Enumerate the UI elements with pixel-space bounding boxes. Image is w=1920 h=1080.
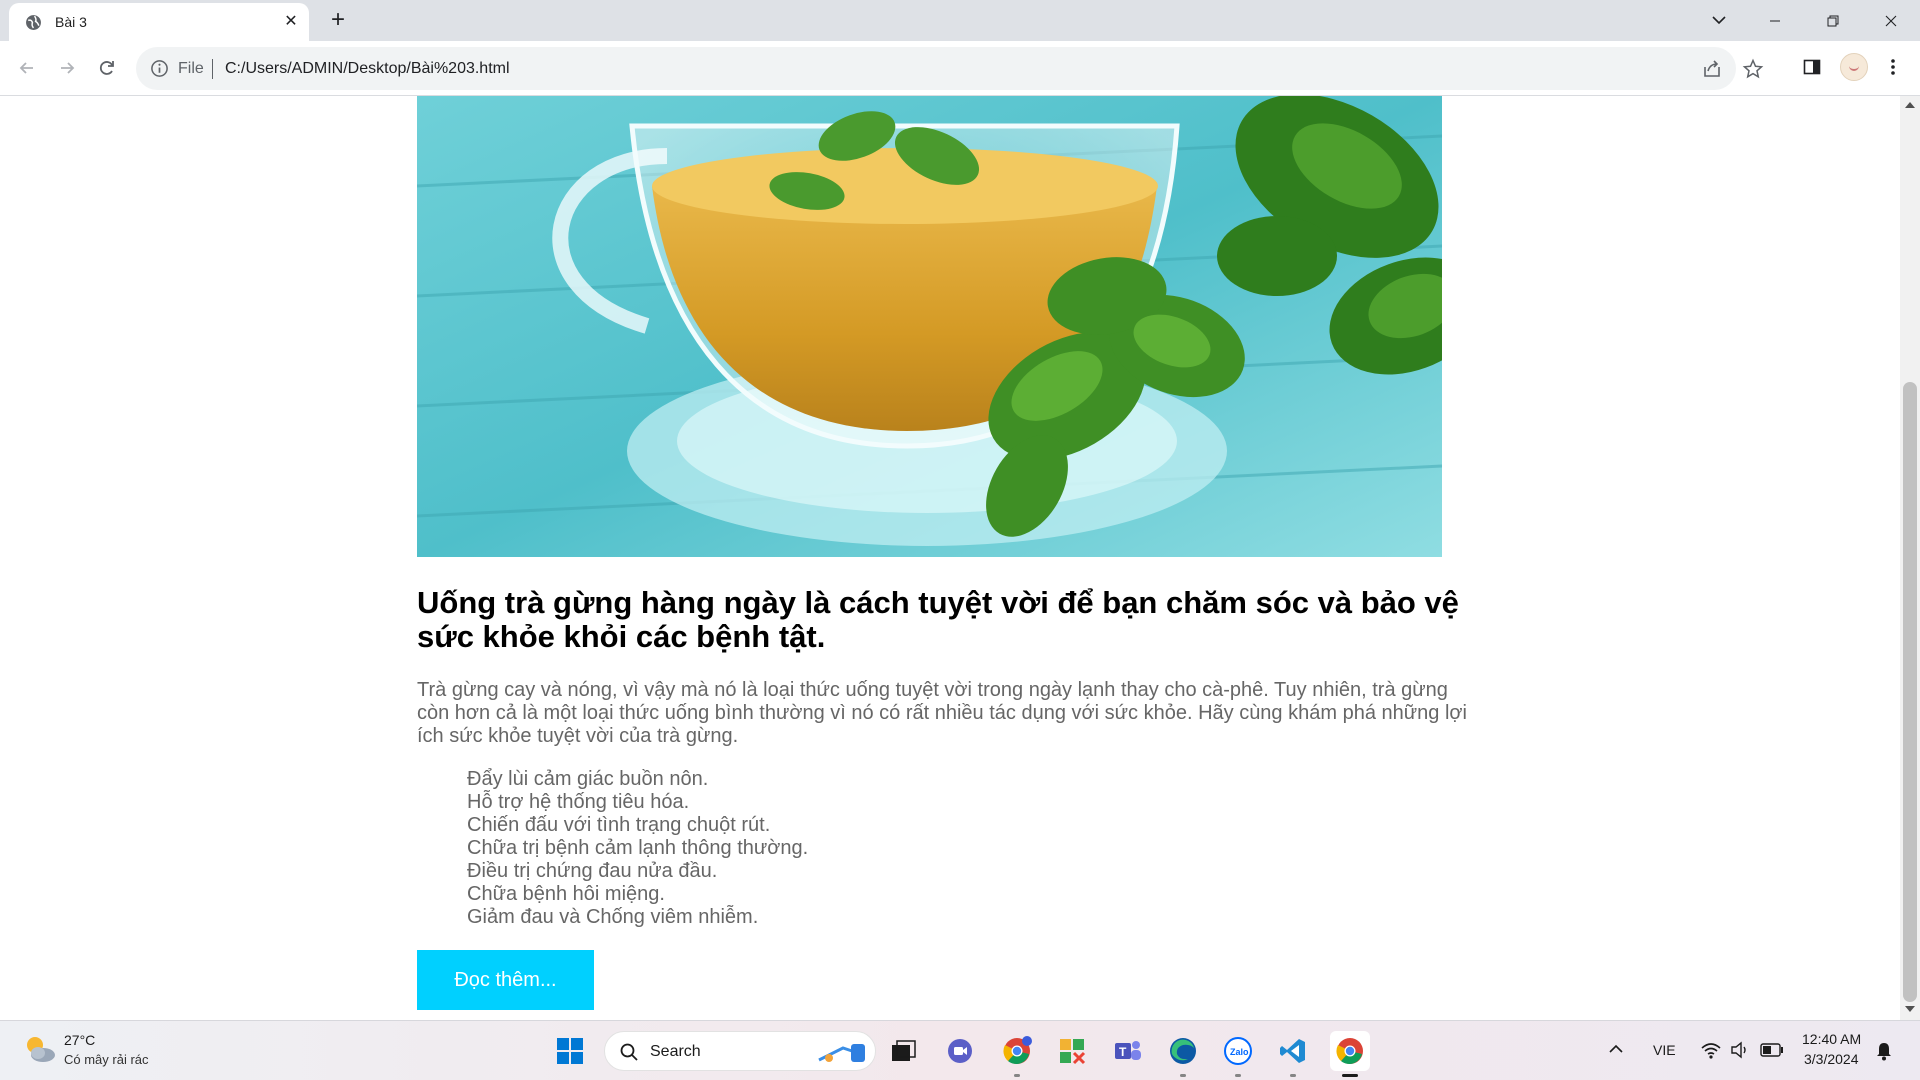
scroll-up-arrow-icon[interactable] bbox=[1905, 102, 1915, 108]
taskbar-app-puzzle[interactable] bbox=[1054, 1033, 1090, 1069]
search-icon bbox=[620, 1043, 638, 1061]
article-title: Uống trà gừng hàng ngày là cách tuyệt vờ… bbox=[417, 585, 1459, 654]
list-item: Hỗ trợ hệ thống tiêu hóa. bbox=[467, 791, 690, 813]
side-panel-icon bbox=[1803, 59, 1821, 75]
taskbar-app-vscode[interactable] bbox=[1275, 1033, 1311, 1069]
scroll-thumb[interactable] bbox=[1903, 382, 1917, 1002]
taskbar-app-chrome-active[interactable] bbox=[1330, 1031, 1370, 1071]
volume-icon[interactable] bbox=[1730, 1041, 1750, 1059]
tab-title: Bài 3 bbox=[55, 14, 87, 30]
running-indicator bbox=[1180, 1074, 1186, 1077]
browser-tab[interactable]: Bài 3 ✕ bbox=[9, 3, 309, 41]
close-icon bbox=[1885, 15, 1897, 26]
list-item: Điều trị chứng đau nửa đầu. bbox=[467, 860, 718, 882]
zalo-icon: Zalo bbox=[1224, 1037, 1252, 1065]
benefit-list: Đẩy lùi cảm giác buồn nôn. Hỗ trợ hệ thố… bbox=[467, 768, 808, 929]
close-window-button[interactable] bbox=[1861, 0, 1920, 41]
active-indicator bbox=[1342, 1074, 1358, 1077]
running-indicator bbox=[1235, 1074, 1241, 1077]
chevron-up-icon[interactable] bbox=[1608, 1043, 1624, 1055]
list-item: Chữa bệnh hôi miệng. bbox=[467, 883, 665, 905]
minimize-icon bbox=[1770, 20, 1780, 21]
taskbar-app-meet[interactable] bbox=[942, 1033, 978, 1069]
article-intro: Trà gừng cay và nóng, vì vậy mà nó là lo… bbox=[417, 679, 1467, 747]
bookmark-star-icon[interactable] bbox=[1742, 58, 1764, 80]
share-icon[interactable] bbox=[1701, 58, 1723, 80]
svg-text:Zalo: Zalo bbox=[1230, 1047, 1249, 1057]
language-indicator[interactable]: VIE bbox=[1653, 1042, 1676, 1058]
taskbar-app-edge[interactable] bbox=[1165, 1033, 1201, 1069]
url-text[interactable]: C:/Users/ADMIN/Desktop/Bài%203.html bbox=[225, 60, 510, 78]
list-item: Chữa trị bệnh cảm lạnh thông thường. bbox=[467, 837, 809, 859]
svg-text:T: T bbox=[1119, 1045, 1127, 1059]
start-button[interactable] bbox=[552, 1033, 588, 1069]
task-view-icon bbox=[892, 1040, 916, 1061]
back-arrow-icon bbox=[19, 62, 33, 74]
running-indicator bbox=[1014, 1074, 1020, 1077]
task-view-button[interactable] bbox=[886, 1033, 922, 1069]
scroll-down-arrow-icon[interactable] bbox=[1905, 1006, 1915, 1012]
taskbar-search[interactable]: Search bbox=[604, 1031, 876, 1071]
page-viewport: Uống trà gừng hàng ngày là cách tuyệt vờ… bbox=[0, 96, 1900, 1020]
url-scheme: File bbox=[178, 60, 204, 77]
running-indicator bbox=[1290, 1074, 1296, 1077]
browser-tab-strip: Bài 3 ✕ + bbox=[0, 0, 1920, 41]
restore-icon bbox=[1827, 15, 1839, 26]
taskbar-app-teams[interactable]: T bbox=[1110, 1033, 1146, 1069]
tab-search-chevron-icon[interactable] bbox=[1707, 8, 1731, 32]
info-icon[interactable] bbox=[150, 59, 169, 78]
wifi-icon[interactable] bbox=[1701, 1041, 1721, 1059]
notification-bell-icon[interactable] bbox=[1876, 1041, 1892, 1061]
more-vertical-icon bbox=[1891, 59, 1895, 75]
clock-date[interactable]: 3/3/2024 bbox=[1804, 1051, 1859, 1067]
clock-time[interactable]: 12:40 AM bbox=[1802, 1031, 1861, 1047]
teams-icon: T bbox=[1115, 1041, 1141, 1060]
weather-partly-cloudy-icon[interactable] bbox=[22, 1032, 58, 1066]
back-button[interactable] bbox=[11, 52, 43, 84]
forward-arrow-icon bbox=[61, 62, 75, 74]
close-tab-icon[interactable]: ✕ bbox=[281, 12, 301, 32]
list-item: Đẩy lùi cảm giác buồn nôn. bbox=[467, 768, 709, 790]
windows-logo-icon bbox=[557, 1038, 583, 1064]
globe-icon bbox=[26, 15, 41, 30]
video-chat-icon bbox=[948, 1039, 972, 1063]
battery-icon[interactable] bbox=[1760, 1043, 1784, 1057]
chrome-icon bbox=[1003, 1036, 1032, 1065]
reload-button[interactable] bbox=[91, 52, 123, 84]
read-more-button[interactable]: Đọc thêm... bbox=[417, 950, 594, 1010]
restore-button[interactable] bbox=[1803, 0, 1863, 41]
list-item: Giảm đau và Chống viêm nhiễm. bbox=[467, 906, 759, 928]
list-item: Chiến đấu với tình trạng chuột rút. bbox=[467, 814, 771, 836]
weather-temperature: 27°C bbox=[64, 1032, 96, 1048]
url-divider bbox=[212, 59, 213, 79]
new-tab-button[interactable]: + bbox=[325, 8, 351, 34]
taskbar-app-chrome-profile[interactable] bbox=[999, 1033, 1035, 1069]
minimize-button[interactable] bbox=[1745, 0, 1805, 41]
tea-cup-illustration bbox=[417, 96, 1442, 557]
reload-icon bbox=[99, 61, 114, 75]
windows-taskbar: 27°C Có mây rải rác Search T Zalo VIE 12… bbox=[0, 1020, 1920, 1080]
browser-toolbar: File C:/Users/ADMIN/Desktop/Bài%203.html bbox=[0, 41, 1920, 96]
weather-condition: Có mây rải rác bbox=[64, 1052, 149, 1067]
vscode-icon bbox=[1280, 1039, 1305, 1063]
hero-image bbox=[417, 96, 1442, 557]
address-bar[interactable]: File C:/Users/ADMIN/Desktop/Bài%203.html bbox=[136, 47, 1764, 90]
edge-icon bbox=[1170, 1038, 1196, 1064]
puzzle-app-icon bbox=[1060, 1039, 1086, 1065]
chrome-icon bbox=[1336, 1038, 1363, 1065]
side-panel-button[interactable] bbox=[1799, 54, 1825, 80]
forward-button[interactable] bbox=[51, 52, 83, 84]
search-highlight-icon bbox=[818, 1044, 865, 1062]
search-label: Search bbox=[650, 1043, 701, 1060]
menu-button[interactable] bbox=[1880, 54, 1906, 80]
page-scrollbar[interactable] bbox=[1900, 96, 1920, 1020]
profile-avatar[interactable] bbox=[1840, 53, 1868, 81]
taskbar-app-zalo[interactable]: Zalo bbox=[1220, 1033, 1256, 1069]
